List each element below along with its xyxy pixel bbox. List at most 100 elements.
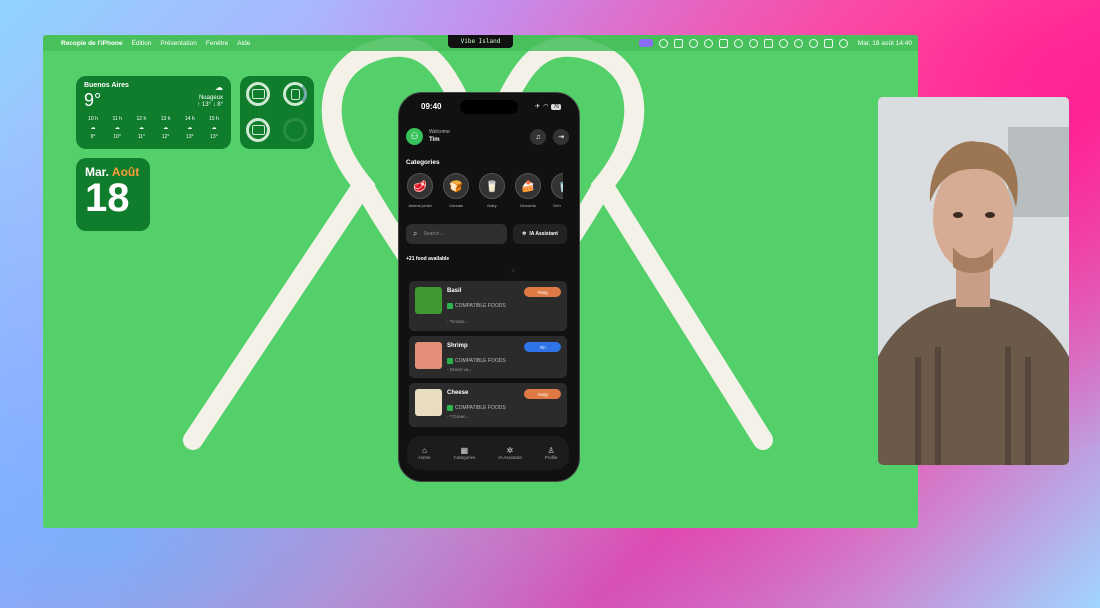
- extra-icon-4[interactable]: [703, 38, 713, 48]
- cloud-icon: ☁: [90, 125, 96, 131]
- compatible-preview: - Green va...: [447, 367, 473, 372]
- empty-battery-ring: [283, 118, 307, 142]
- hour-temp: 9°: [90, 134, 96, 140]
- weather-hour: 10 h ☁ 9°: [82, 115, 104, 142]
- compatible-preview: - **Green...: [447, 414, 470, 419]
- welcome-label: Welcome: [429, 129, 450, 135]
- category-icon: 🥤: [551, 173, 563, 199]
- tab-profile[interactable]: ♙ Profile: [545, 446, 558, 460]
- category-label: Cereals: [449, 203, 463, 208]
- home-icon: ⌂: [422, 446, 427, 455]
- menu-edition[interactable]: Édition: [132, 40, 152, 47]
- person-icon: ♙: [547, 446, 555, 455]
- check-icon: [447, 303, 453, 309]
- weather-widget[interactable]: Buenos Aires 9° ☁ Nuageux ↑ 13° ↓ 8° 10 h…: [76, 76, 231, 149]
- avatar[interactable]: ⚇: [406, 128, 423, 145]
- battery-icon: 76: [551, 103, 561, 110]
- search-placeholder: Search...: [423, 231, 444, 237]
- webcam-overlay: [878, 97, 1069, 465]
- menu-fenetre[interactable]: Fenêtre: [206, 40, 228, 47]
- ia-assistant-button[interactable]: ✲ IA Assistant: [513, 224, 567, 244]
- macos-menubar: Recopie de l'iPhone Édition Présentation…: [43, 35, 918, 51]
- user-icon[interactable]: [778, 38, 788, 48]
- categories-title: Categories: [406, 159, 440, 166]
- notch-vibe-island[interactable]: Vibe Island: [448, 35, 513, 48]
- hour-label: 13 h: [160, 116, 171, 122]
- tab-label: Home: [418, 455, 431, 460]
- compatible-label: COMPATIBLE FOODS: [455, 303, 506, 309]
- food-card[interactable]: Cheese COMPATIBLE FOODS - **Green... Yan…: [409, 383, 567, 427]
- cloud-icon: ☁: [211, 125, 217, 131]
- iphone-mirror: 09:40 ✈ ◠ 76 ⚇ Welcome Tim ♫ ⇥ Categories …: [398, 92, 580, 482]
- food-name: Shrimp: [447, 343, 468, 349]
- compatible-label: COMPATIBLE FOODS: [455, 405, 506, 411]
- weather-temp: 9°: [84, 90, 102, 110]
- category-icon: 🥛: [479, 173, 505, 199]
- tab-ia-assistant[interactable]: ✲ IA Assistant: [498, 446, 521, 460]
- keyboard-icon: [251, 125, 265, 135]
- category-item[interactable]: 🥛 Dairy: [479, 173, 505, 208]
- hour-label: 15 h: [209, 116, 219, 122]
- logout-icon[interactable]: ⇥: [553, 129, 569, 145]
- control-center-icon[interactable]: [823, 38, 833, 48]
- hour-label: 10 h: [88, 116, 98, 122]
- check-icon: [447, 405, 453, 411]
- battery-widget[interactable]: [240, 76, 314, 149]
- wifi-icon[interactable]: [793, 38, 803, 48]
- weather-hilo: ↑ 13° ↓ 8°: [197, 102, 223, 108]
- weather-hour: 14 h ☁ 13°: [179, 115, 201, 142]
- compatible-foods: COMPATIBLE FOODS: [447, 405, 506, 411]
- categories-list: 🥩 Animal protei 🍞 Cereals 🥛 Dairy 🍰 Desserts…: [407, 173, 563, 208]
- category-item[interactable]: 🥤 Drin: [551, 173, 563, 208]
- search-input[interactable]: ⌕ Search...: [406, 224, 507, 244]
- food-card[interactable]: Basil COMPATIBLE FOODS - Tomato... Yang: [409, 281, 567, 331]
- category-icon: 🍞: [443, 173, 469, 199]
- compatible-foods: COMPATIBLE FOODS: [447, 303, 506, 309]
- extra-icon-7[interactable]: [748, 38, 758, 48]
- laptop-icon: [251, 89, 265, 99]
- siri-icon[interactable]: [838, 38, 848, 48]
- category-label: Drin: [553, 203, 561, 208]
- extra-icon-3[interactable]: [688, 38, 698, 48]
- mouse-cursor-icon: ➤: [510, 266, 517, 275]
- weather-hour: 13 h ☁ 12°: [155, 115, 177, 142]
- extra-icon-6[interactable]: [733, 38, 743, 48]
- screen-mirroring-icon[interactable]: [638, 39, 653, 47]
- extra-icon-2[interactable]: [673, 38, 683, 48]
- wifi-icon: ◠: [543, 104, 549, 110]
- cloud-icon: ☁: [187, 125, 193, 131]
- sparkle-icon: ✲: [522, 231, 527, 237]
- food-card[interactable]: Shrimp COMPATIBLE FOODS - Green va... Yi…: [409, 336, 567, 378]
- menu-presentation[interactable]: Présentation: [160, 40, 197, 47]
- category-label: Desserts: [520, 203, 536, 208]
- bell-icon[interactable]: ♫: [530, 129, 546, 145]
- calendar-widget[interactable]: Mar. Août 18: [76, 158, 150, 231]
- extra-icon-1[interactable]: [658, 38, 668, 48]
- sparkle-icon: ✲: [506, 446, 514, 455]
- yin-yang-badge: Yin: [524, 342, 561, 352]
- menubar-clock[interactable]: Mar. 18 août 14:40: [858, 40, 912, 47]
- search-icon: ⌕: [413, 229, 418, 238]
- cloud-icon: ☁: [114, 125, 120, 131]
- category-item[interactable]: 🍰 Desserts: [515, 173, 541, 208]
- tab-categories[interactable]: ▦ Categories: [454, 446, 476, 460]
- check-icon: [447, 358, 453, 364]
- category-item[interactable]: 🥩 Animal protei: [407, 173, 433, 208]
- category-item[interactable]: 🍞 Cereals: [443, 173, 469, 208]
- tab-home[interactable]: ⌂ Home: [419, 446, 431, 460]
- hour-temp: 13°: [185, 134, 194, 140]
- menu-aide[interactable]: Aide: [237, 40, 250, 47]
- food-name: Basil: [447, 288, 462, 294]
- tab-label: Categories: [453, 455, 476, 460]
- food-name: Cheese: [447, 390, 469, 396]
- grid-icon: ▦: [460, 446, 469, 455]
- extra-icon-5[interactable]: [718, 38, 728, 48]
- category-icon: 🥩: [407, 173, 433, 199]
- search-icon[interactable]: [808, 38, 818, 48]
- tab-label: Profile: [544, 455, 558, 460]
- extra-icon-8[interactable]: [763, 38, 773, 48]
- menu-app-name[interactable]: Recopie de l'iPhone: [61, 40, 123, 47]
- device-battery-ring: [246, 118, 270, 142]
- weather-condition-text: Nuageux: [198, 95, 223, 101]
- presenter-video-frame: [878, 97, 1069, 465]
